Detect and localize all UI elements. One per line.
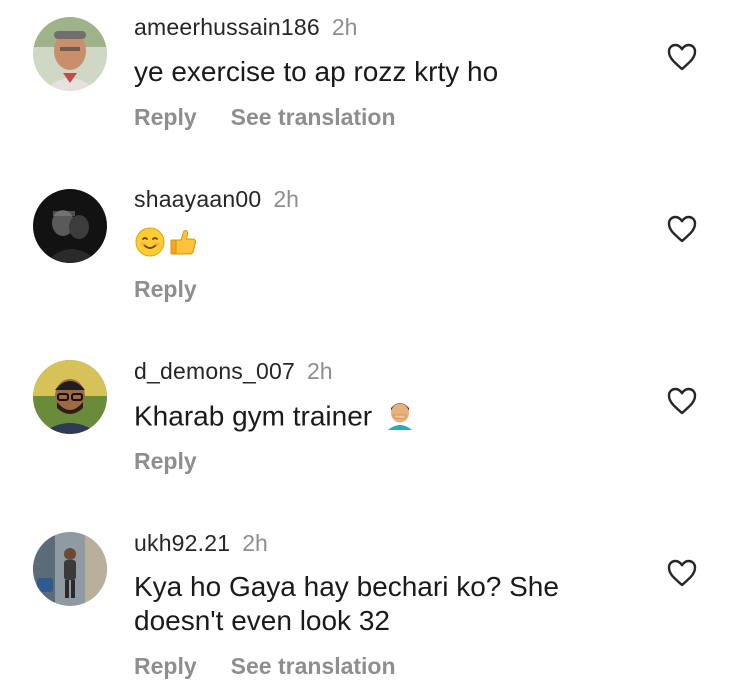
comment-text-line: Kya ho Gaya hay bechari ko? She	[134, 571, 559, 602]
reply-button[interactable]: Reply	[134, 653, 197, 679]
comment-meta: shaayaan00 2h	[134, 185, 299, 213]
heart-icon[interactable]	[666, 42, 698, 72]
comment-actions: Reply	[134, 275, 197, 303]
username[interactable]: shaayaan00	[134, 186, 261, 212]
comment-meta: ukh92.21 2h	[134, 529, 268, 557]
comment-text-content: Kharab gym trainer	[134, 400, 373, 432]
comment-text: Kya ho Gaya hay bechari ko? She doesn't …	[134, 570, 634, 638]
timestamp: 2h	[331, 14, 358, 40]
comment-actions: Reply See translation	[134, 652, 396, 680]
reply-button[interactable]: Reply	[134, 276, 197, 302]
comment-text	[134, 226, 634, 266]
see-translation-button[interactable]: See translation	[231, 104, 396, 130]
heart-icon[interactable]	[666, 214, 698, 244]
timestamp: 2h	[242, 530, 268, 556]
heart-icon[interactable]	[666, 386, 698, 416]
avatar[interactable]	[33, 189, 107, 263]
comment-actions: Reply	[134, 447, 197, 475]
man-facepalming-icon	[384, 398, 416, 438]
username[interactable]: ameerhussain186	[134, 14, 320, 40]
comment-meta: ameerhussain186 2h	[134, 13, 357, 41]
see-translation-button[interactable]: See translation	[231, 653, 396, 679]
avatar[interactable]	[33, 17, 107, 91]
comment-text-line: doesn't even look 32	[134, 605, 390, 636]
timestamp: 2h	[306, 358, 333, 384]
reply-button[interactable]: Reply	[134, 104, 197, 130]
comment-actions: Reply See translation	[134, 103, 396, 131]
smiling-face-icon	[134, 226, 166, 266]
reply-button[interactable]: Reply	[134, 448, 197, 474]
timestamp: 2h	[273, 186, 299, 212]
thumbs-up-icon	[168, 226, 200, 266]
username[interactable]: ukh92.21	[134, 530, 230, 556]
comment-text: ye exercise to ap rozz krty ho	[134, 56, 499, 87]
avatar[interactable]	[33, 360, 107, 434]
username[interactable]: d_demons_007	[134, 358, 295, 384]
avatar[interactable]	[33, 532, 107, 606]
comment-meta: d_demons_007 2h	[134, 357, 333, 385]
comment-text: Kharab gym trainer	[134, 398, 634, 438]
heart-icon[interactable]	[666, 558, 698, 588]
